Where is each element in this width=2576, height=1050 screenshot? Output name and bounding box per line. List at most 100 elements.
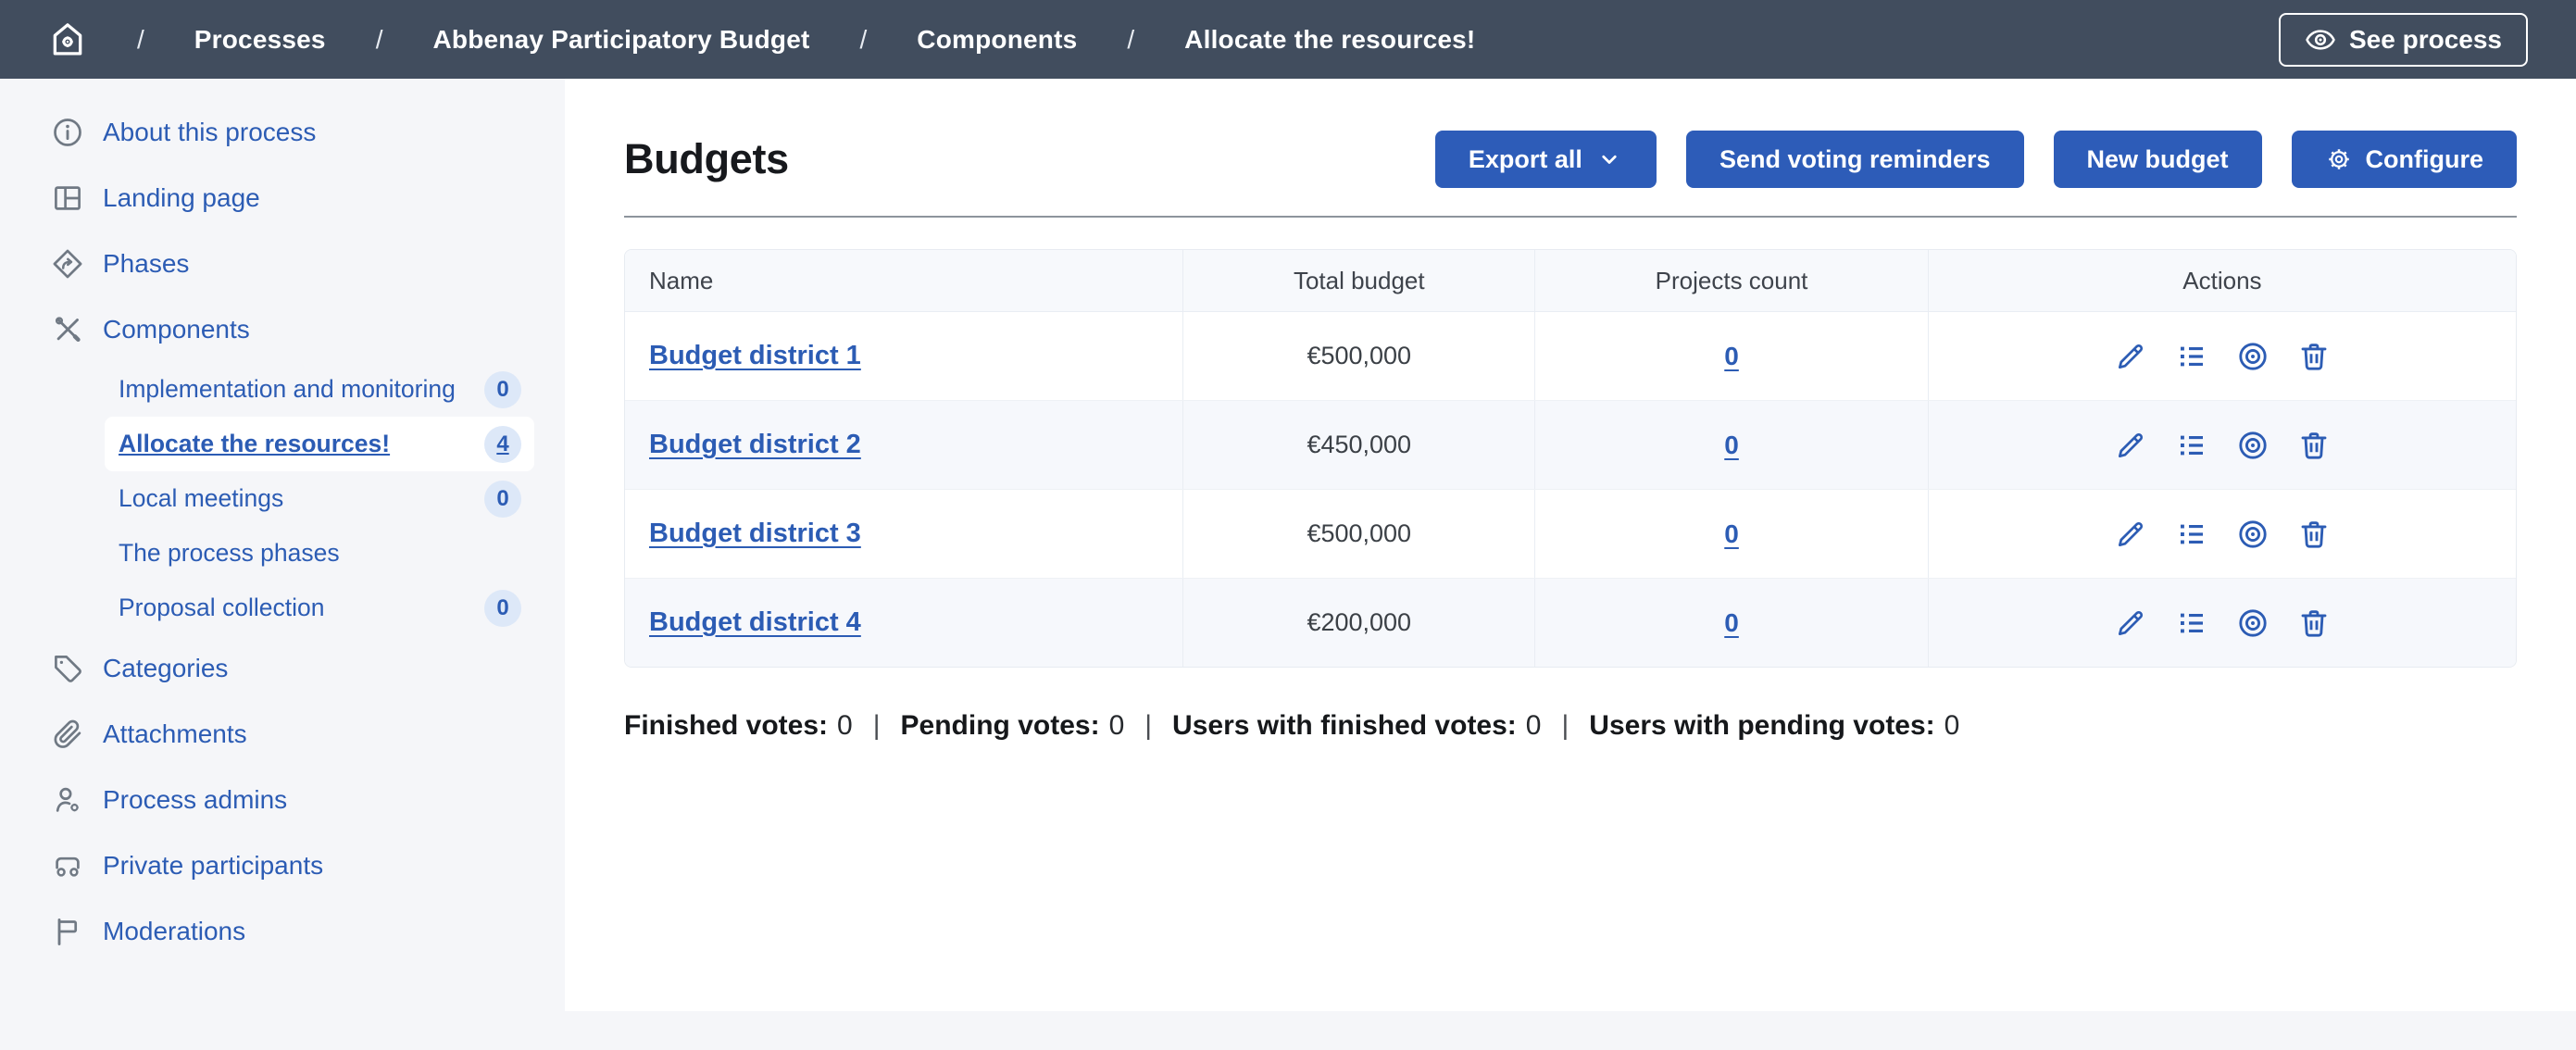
breadcrumb-item-current[interactable]: Allocate the resources! (1184, 25, 1475, 55)
preview-button[interactable] (2236, 518, 2270, 551)
toolbar: Export all Send voting reminders New bud… (1435, 131, 2517, 188)
count-badge: 0 (484, 481, 521, 518)
sidebar-subitem-proposal-collection[interactable]: Proposal collection 0 (105, 581, 534, 635)
delete-button[interactable] (2297, 429, 2331, 462)
admin-app: / Processes / Abbenay Participatory Budg… (0, 0, 2576, 1050)
breadcrumb-item-processes[interactable]: Processes (194, 25, 326, 55)
budget-name-link[interactable]: Budget district 2 (649, 430, 861, 460)
sidebar-item-label: Phases (103, 249, 189, 279)
trash-icon (2297, 518, 2331, 551)
sidebar-subitem-local-meetings[interactable]: Local meetings 0 (105, 471, 534, 526)
preview-icon (2236, 429, 2270, 462)
see-process-button[interactable]: See process (2279, 13, 2528, 67)
manage-projects-button[interactable] (2175, 518, 2208, 551)
breadcrumb-separator: / (1127, 25, 1134, 55)
sidebar-item-label: Landing page (103, 183, 260, 213)
tools-icon (51, 313, 84, 346)
subitem-label: Local meetings (119, 484, 283, 513)
trash-icon (2297, 429, 2331, 462)
sidebar-item-phases[interactable]: Phases (0, 231, 565, 296)
count-badge[interactable]: 4 (484, 426, 521, 463)
sidebar-item-moderations[interactable]: Moderations (0, 898, 565, 964)
see-process-label: See process (2349, 25, 2502, 55)
tag-icon (51, 652, 84, 685)
projects-count-link[interactable]: 0 (1724, 342, 1739, 371)
preview-icon (2236, 606, 2270, 640)
subitem-label: Allocate the resources! (119, 430, 390, 458)
stat-label: Users with finished votes: (1172, 710, 1517, 742)
header-divider (624, 216, 2517, 218)
manage-projects-button[interactable] (2175, 429, 2208, 462)
column-header-projects-count: Projects count (1534, 250, 1928, 311)
total-budget-value: €500,000 (1307, 519, 1411, 548)
stat-label: Finished votes: (624, 710, 828, 742)
configure-button[interactable]: Configure (2292, 131, 2518, 188)
breadcrumb-separator: / (376, 25, 383, 55)
edit-button[interactable] (2114, 518, 2147, 551)
list-icon (2175, 518, 2208, 551)
sidebar-item-label: Components (103, 315, 250, 344)
stat-value: 0 (1109, 710, 1125, 742)
flag-icon (51, 915, 84, 948)
sidebar-subitem-the-process-phases[interactable]: The process phases (105, 526, 534, 581)
sidebar-item-label: Private participants (103, 851, 323, 881)
layout-icon (51, 181, 84, 215)
delete-button[interactable] (2297, 340, 2331, 373)
trash-icon (2297, 340, 2331, 373)
votes-stats: Finished votes:0 | Pending votes:0 | Use… (624, 710, 2517, 742)
new-budget-button[interactable]: New budget (2054, 131, 2262, 188)
budget-name-link[interactable]: Budget district 1 (649, 341, 861, 371)
projects-count-link[interactable]: 0 (1724, 608, 1739, 638)
column-header-name: Name (625, 250, 1182, 311)
preview-button[interactable] (2236, 606, 2270, 640)
sidebar-item-components[interactable]: Components (0, 296, 565, 362)
manage-projects-button[interactable] (2175, 340, 2208, 373)
subitem-label: Implementation and monitoring (119, 375, 456, 404)
projects-count-link[interactable]: 0 (1724, 431, 1739, 460)
delete-button[interactable] (2297, 518, 2331, 551)
pencil-icon (2114, 429, 2147, 462)
breadcrumb-item-components[interactable]: Components (917, 25, 1077, 55)
breadcrumb-separator: / (137, 25, 144, 55)
gear-icon (2325, 145, 2353, 173)
sidebar-subitem-allocate-the-resources[interactable]: Allocate the resources! 4 (105, 417, 534, 471)
sidebar-item-private-participants[interactable]: Private participants (0, 832, 565, 898)
admin-user-icon (51, 783, 84, 817)
sidebar-item-categories[interactable]: Categories (0, 635, 565, 701)
table-row: Budget district 3 €500,000 0 (625, 490, 2516, 579)
paperclip-icon (51, 718, 84, 751)
sidebar-item-about[interactable]: About this process (0, 99, 565, 165)
home-breadcrumb-link[interactable] (48, 20, 87, 59)
stat-value: 0 (1945, 710, 1960, 742)
budget-name-link[interactable]: Budget district 4 (649, 607, 861, 638)
manage-projects-button[interactable] (2175, 606, 2208, 640)
edit-button[interactable] (2114, 340, 2147, 373)
sidebar-item-landing-page[interactable]: Landing page (0, 165, 565, 231)
stat-label: Pending votes: (901, 710, 1100, 742)
sidebar-item-label: Process admins (103, 785, 287, 815)
phases-icon (51, 247, 84, 281)
subitem-label: The process phases (119, 539, 340, 568)
send-voting-reminders-button[interactable]: Send voting reminders (1686, 131, 2024, 188)
projects-count-link[interactable]: 0 (1724, 519, 1739, 549)
configure-label: Configure (2366, 145, 2484, 174)
list-icon (2175, 429, 2208, 462)
breadcrumb-item-process[interactable]: Abbenay Participatory Budget (432, 25, 809, 55)
count-badge: 0 (484, 590, 521, 627)
edit-button[interactable] (2114, 429, 2147, 462)
sidebar-item-process-admins[interactable]: Process admins (0, 767, 565, 832)
table-row: Budget district 4 €200,000 0 (625, 579, 2516, 667)
breadcrumb: / Processes / Abbenay Participatory Budg… (48, 20, 1475, 59)
delete-button[interactable] (2297, 606, 2331, 640)
pencil-icon (2114, 606, 2147, 640)
sidebar-subitem-implementation-and-monitoring[interactable]: Implementation and monitoring 0 (105, 362, 534, 417)
preview-button[interactable] (2236, 429, 2270, 462)
budget-name-link[interactable]: Budget district 3 (649, 519, 861, 549)
new-budget-label: New budget (2087, 145, 2229, 174)
preview-button[interactable] (2236, 340, 2270, 373)
pencil-icon (2114, 340, 2147, 373)
edit-button[interactable] (2114, 606, 2147, 640)
sidebar-item-attachments[interactable]: Attachments (0, 701, 565, 767)
export-all-button[interactable]: Export all (1435, 131, 1657, 188)
table-row: Budget district 2 €450,000 0 (625, 401, 2516, 490)
